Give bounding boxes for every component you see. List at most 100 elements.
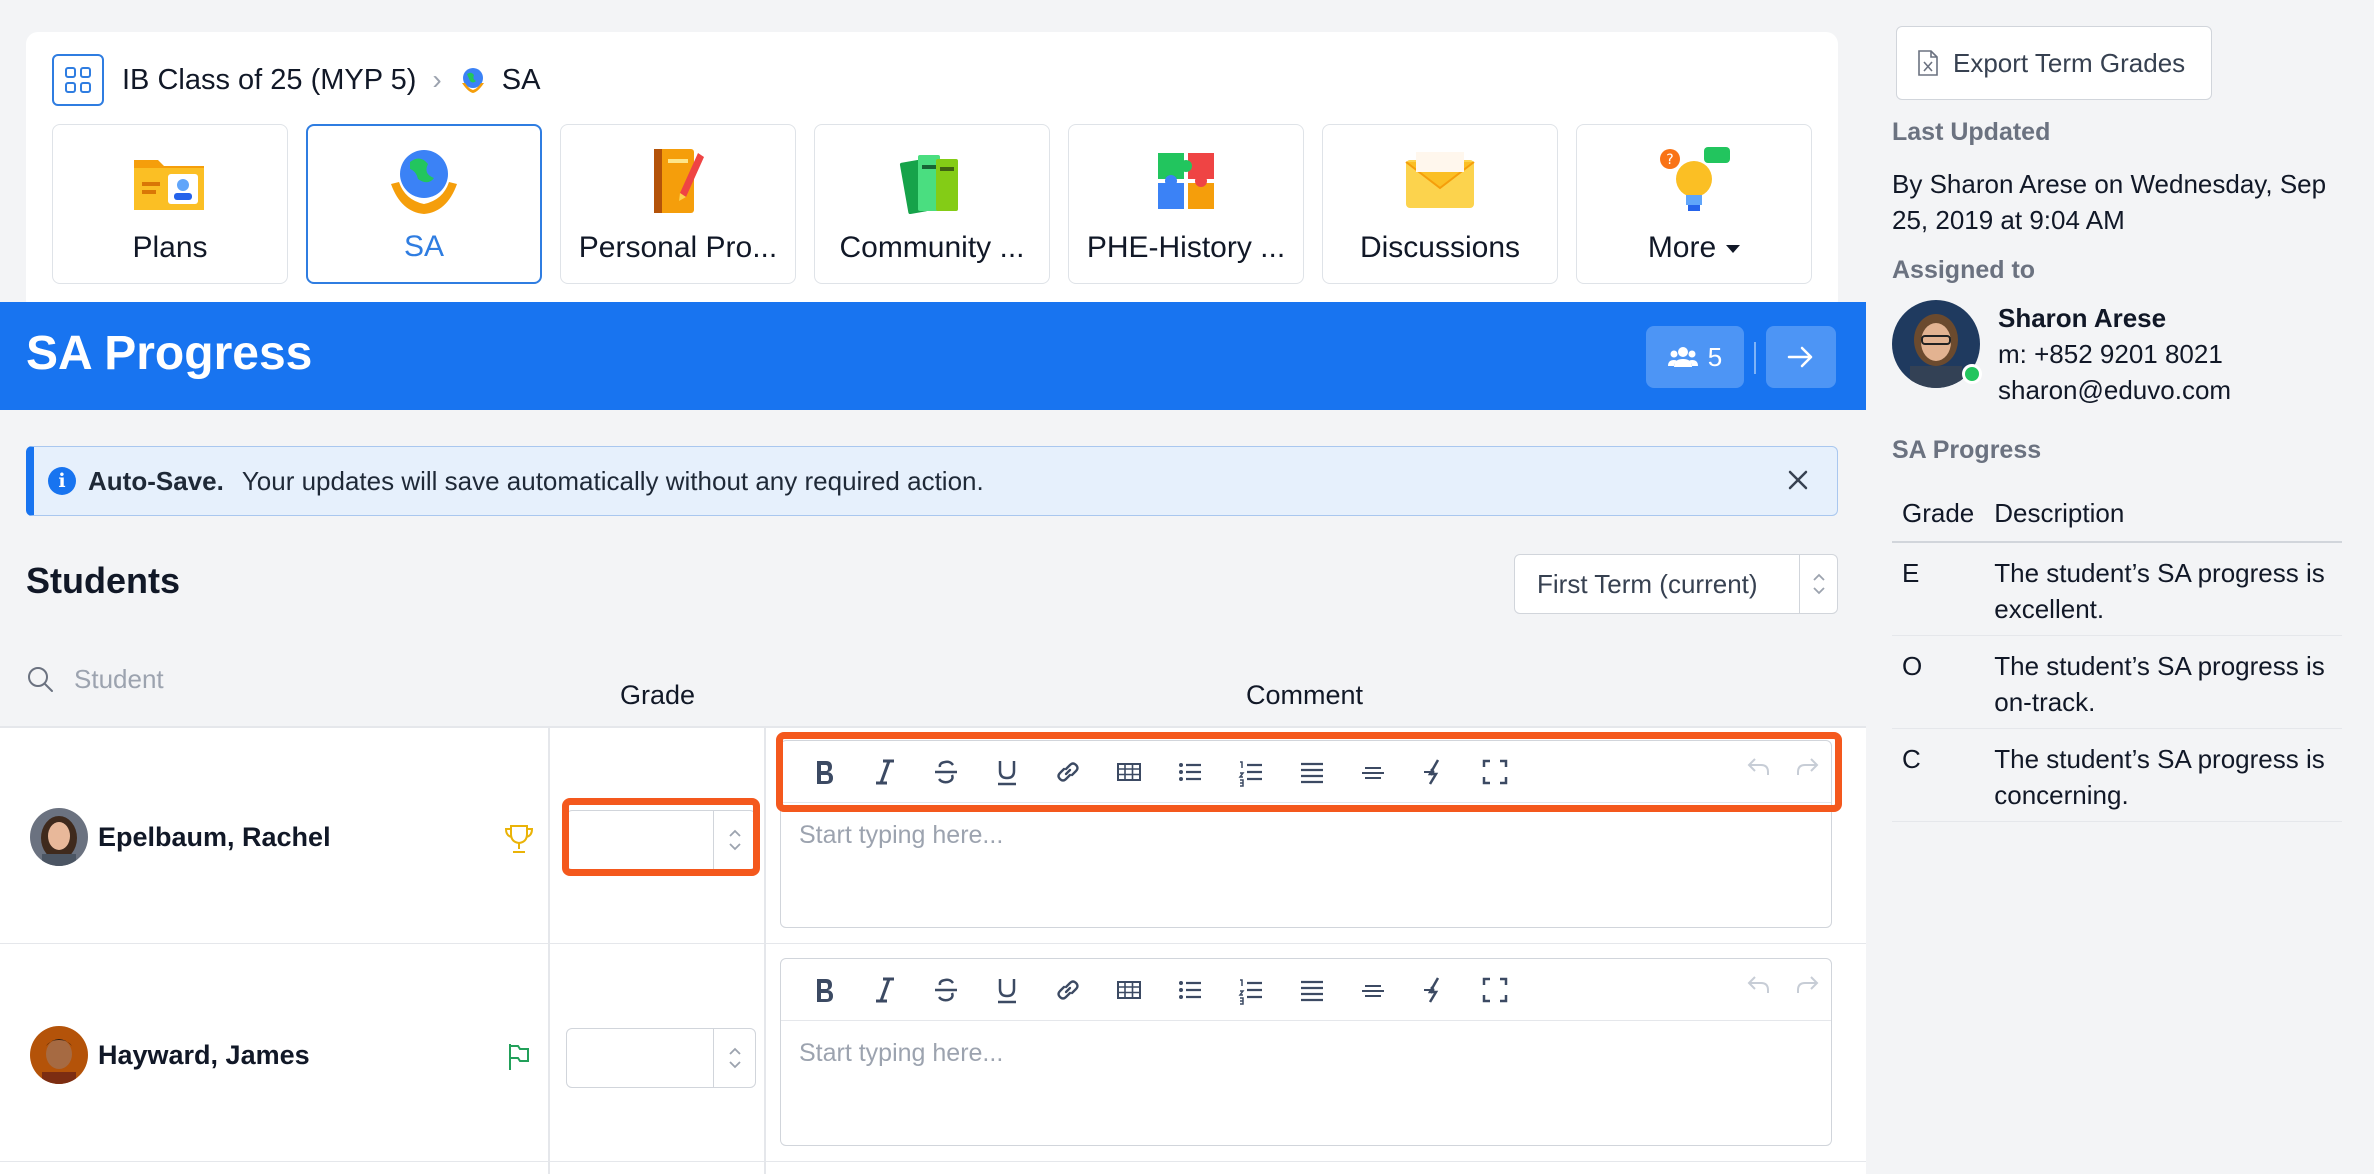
globe-hands-icon bbox=[461, 68, 484, 93]
undo-icon[interactable] bbox=[1743, 969, 1775, 1001]
underline-button[interactable] bbox=[976, 752, 1037, 792]
redo-icon[interactable] bbox=[1791, 751, 1823, 783]
description-col-header: Description bbox=[1984, 490, 2342, 543]
tile-plans[interactable]: Plans bbox=[52, 124, 288, 284]
underline-button[interactable] bbox=[976, 970, 1037, 1010]
bold-button[interactable] bbox=[793, 752, 854, 792]
link-button[interactable] bbox=[1037, 752, 1098, 792]
clear-format-icon bbox=[1423, 976, 1439, 1003]
bullet-list-icon bbox=[1178, 762, 1201, 781]
tile-discussions[interactable]: Discussions bbox=[1322, 124, 1558, 284]
horizontal-rule-button[interactable] bbox=[1342, 752, 1403, 792]
assignee-email[interactable]: sharon@eduvo.com bbox=[1998, 372, 2231, 408]
members-button[interactable]: 5 bbox=[1646, 326, 1744, 388]
link-icon bbox=[1056, 761, 1079, 782]
next-button[interactable] bbox=[1766, 326, 1836, 388]
svg-text:?: ? bbox=[1666, 152, 1673, 168]
apps-grid-button[interactable] bbox=[52, 54, 104, 106]
app-tiles: Plans SA Personal Pro... Community ... P… bbox=[52, 124, 1812, 284]
page-title: SA Progress bbox=[26, 327, 313, 380]
users-icon bbox=[1667, 347, 1698, 367]
fullscreen-button[interactable] bbox=[1464, 752, 1525, 792]
italic-icon bbox=[875, 977, 894, 1002]
redo-icon[interactable] bbox=[1791, 969, 1823, 1001]
table-row: Hayward, James Start typing here... bbox=[0, 946, 1866, 1162]
tile-personal-project[interactable]: Personal Pro... bbox=[560, 124, 796, 284]
assignee-phone: m: +852 9201 8021 bbox=[1998, 339, 2223, 369]
grade-input[interactable] bbox=[566, 810, 756, 870]
tile-more[interactable]: ? More bbox=[1576, 124, 1812, 284]
table-button[interactable] bbox=[1098, 752, 1159, 792]
term-select[interactable]: First Term (current) bbox=[1514, 554, 1838, 614]
autosave-alert: i Auto-Save. Your updates will save auto… bbox=[26, 446, 1838, 516]
stepper-arrows-icon[interactable] bbox=[713, 1029, 755, 1087]
tile-label: More bbox=[1647, 231, 1741, 265]
horizontal-rule-icon bbox=[1361, 766, 1384, 779]
undo-icon[interactable] bbox=[1743, 751, 1775, 783]
align-button[interactable] bbox=[1281, 752, 1342, 792]
italic-icon bbox=[875, 759, 894, 784]
close-icon[interactable] bbox=[1781, 463, 1815, 497]
tile-sa[interactable]: SA bbox=[306, 124, 542, 284]
student-search[interactable]: Student bbox=[26, 664, 164, 695]
folder-profile-icon bbox=[134, 160, 204, 210]
comment-column-header: Comment bbox=[1246, 680, 1364, 710]
search-placeholder: Student bbox=[74, 664, 164, 694]
excel-file-icon bbox=[1918, 50, 1938, 76]
comment-editor[interactable]: Start typing here... bbox=[780, 740, 1832, 928]
envelope-icon bbox=[1405, 152, 1475, 208]
tile-label: PHE-History ... bbox=[1086, 231, 1286, 264]
puzzle-icon bbox=[1158, 153, 1214, 209]
grade-column-header: Grade bbox=[620, 680, 696, 710]
books-icon bbox=[899, 155, 958, 215]
clear-format-button[interactable] bbox=[1403, 970, 1464, 1010]
editor-toolbar bbox=[781, 959, 1831, 1021]
grade-col-header: Grade bbox=[1892, 490, 1985, 543]
notebook-pencil-icon bbox=[654, 149, 704, 213]
student-cell[interactable]: Hayward, James bbox=[30, 1026, 310, 1084]
course-header-card: IB Class of 25 (MYP 5) › SA Plans SA Per… bbox=[26, 32, 1838, 312]
link-button[interactable] bbox=[1037, 970, 1098, 1010]
students-table: Epelbaum, Rachel Start typing here... Ha… bbox=[0, 726, 1866, 1174]
students-heading: Students bbox=[26, 560, 181, 601]
underline-icon bbox=[997, 760, 1016, 785]
italic-button[interactable] bbox=[854, 752, 915, 792]
link-icon bbox=[1056, 979, 1079, 1000]
numbered-list-button[interactable] bbox=[1220, 970, 1281, 1010]
horizontal-rule-button[interactable] bbox=[1342, 970, 1403, 1010]
more-label: More bbox=[1647, 231, 1717, 264]
tile-label: Community ... bbox=[839, 231, 1025, 264]
export-term-grades-button[interactable]: Export Term Grades bbox=[1896, 26, 2212, 100]
member-count: 5 bbox=[1707, 341, 1723, 372]
grade-scale-table: Grade Description E The student’s SA pro… bbox=[1892, 490, 2342, 822]
numbered-list-button[interactable] bbox=[1220, 752, 1281, 792]
grade-description: The student’s SA progress is on-track. bbox=[1984, 635, 2342, 729]
lightbulb-chat-icon: ? bbox=[1660, 147, 1730, 211]
tile-community[interactable]: Community ... bbox=[814, 124, 1050, 284]
bullet-list-button[interactable] bbox=[1159, 752, 1220, 792]
export-label: Export Term Grades bbox=[1953, 47, 2186, 78]
breadcrumb-parent[interactable]: IB Class of 25 (MYP 5) bbox=[122, 64, 416, 97]
student-cell[interactable]: Epelbaum, Rachel bbox=[30, 808, 331, 866]
comment-editor[interactable]: Start typing here... bbox=[780, 958, 1832, 1146]
align-button[interactable] bbox=[1281, 970, 1342, 1010]
bold-button[interactable] bbox=[793, 970, 854, 1010]
strikethrough-button[interactable] bbox=[915, 752, 976, 792]
fullscreen-button[interactable] bbox=[1464, 970, 1525, 1010]
clear-format-icon bbox=[1423, 758, 1439, 785]
flag-icon bbox=[509, 1044, 529, 1070]
italic-button[interactable] bbox=[854, 970, 915, 1010]
grade-input[interactable] bbox=[566, 1028, 756, 1088]
underline-icon bbox=[997, 978, 1016, 1003]
strikethrough-icon bbox=[934, 760, 957, 783]
table-button[interactable] bbox=[1098, 970, 1159, 1010]
bullet-list-button[interactable] bbox=[1159, 970, 1220, 1010]
stepper-arrows-icon[interactable] bbox=[713, 811, 755, 869]
tile-phe-history[interactable]: PHE-History ... bbox=[1068, 124, 1304, 284]
assigned-heading: Assigned to bbox=[1892, 256, 2036, 284]
strikethrough-button[interactable] bbox=[915, 970, 976, 1010]
editor-toolbar bbox=[781, 741, 1831, 803]
clear-format-button[interactable] bbox=[1403, 752, 1464, 792]
grid-icon bbox=[65, 67, 91, 93]
avatar bbox=[30, 808, 88, 866]
